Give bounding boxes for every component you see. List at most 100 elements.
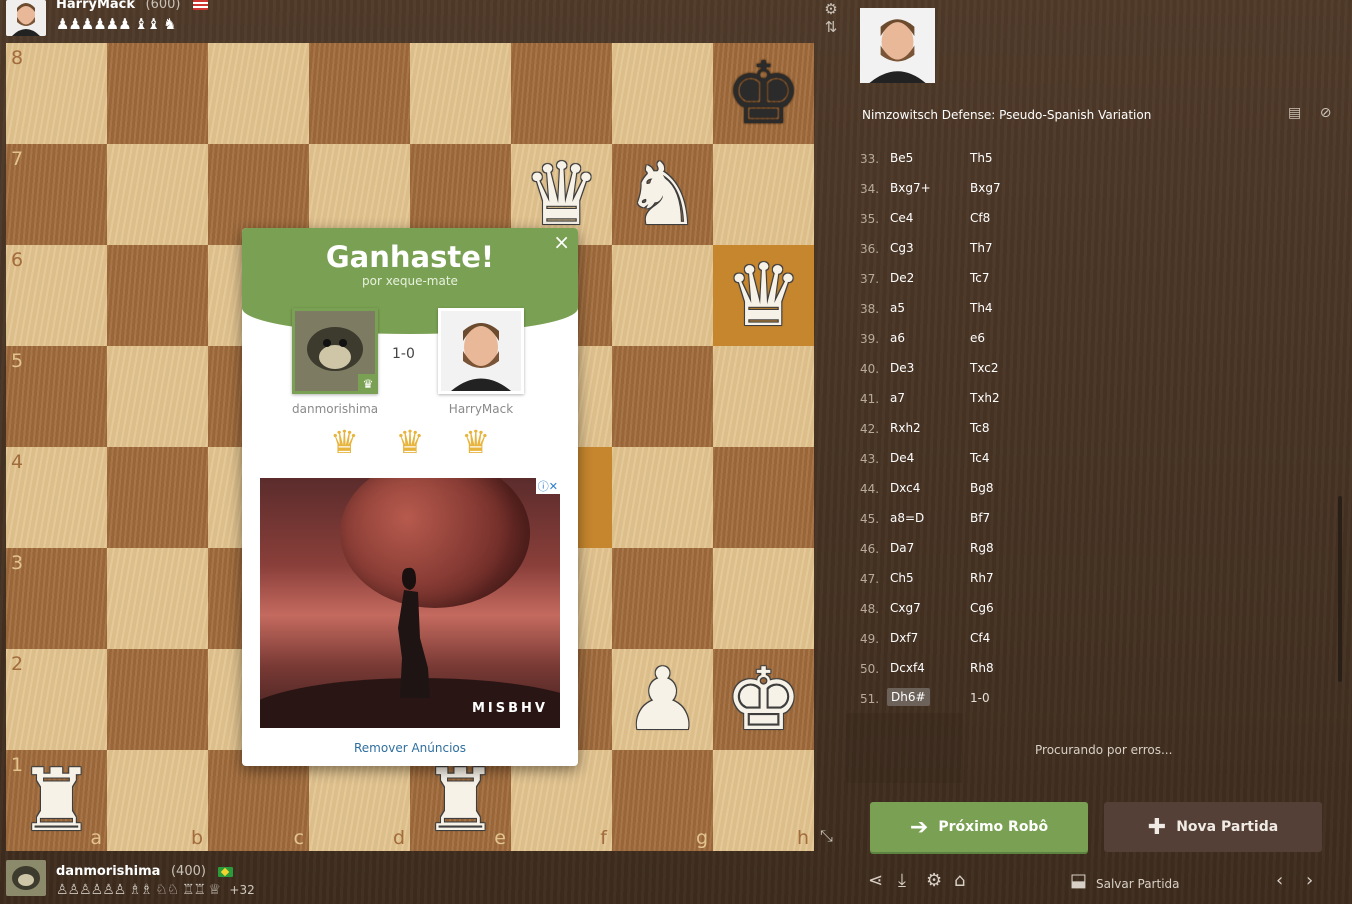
black-move[interactable]: Rh7 [970,571,994,585]
white-move[interactable]: De2 [890,271,914,285]
save-game-icon[interactable]: ⬓ [1070,870,1087,891]
save-game-label[interactable]: Salvar Partida [1096,877,1180,891]
explorer-icon[interactable]: ⊘ [1320,105,1332,121]
square-h8[interactable]: ♚ [713,43,814,144]
opponent-avatar[interactable] [860,8,935,83]
share-icon[interactable]: ⋖ [868,870,883,891]
square-g4[interactable] [612,447,713,548]
new-game-button[interactable]: ✚ Nova Partida [1104,802,1322,852]
top-player-name-text[interactable]: HarryMack [56,0,135,12]
white-move[interactable]: Cxg7 [890,601,921,615]
white-knight-icon[interactable]: ♞ [612,144,713,245]
white-move[interactable]: De4 [890,451,914,465]
black-move[interactable]: Rh8 [970,661,994,675]
square-f8[interactable] [511,43,612,144]
square-g5[interactable] [612,346,713,447]
black-move[interactable]: Tc7 [970,271,990,285]
square-c8[interactable] [208,43,309,144]
black-move[interactable]: Txh2 [970,391,1000,405]
white-move[interactable]: Be5 [890,151,913,165]
square-g8[interactable] [612,43,713,144]
square-g7[interactable]: ♞ [612,144,713,245]
white-move[interactable]: Cg3 [890,241,914,255]
winner-avatar[interactable]: ♛ [292,308,378,394]
square-h6[interactable]: ♛ [713,245,814,346]
book-icon[interactable]: ▤ [1288,105,1301,121]
black-move[interactable]: Rg8 [970,541,994,555]
square-g3[interactable] [612,548,713,649]
black-move[interactable]: Bxg7 [970,181,1001,195]
square-a2[interactable]: 2 [6,649,107,750]
flip-board-icon[interactable]: ⇅ [820,18,842,36]
square-a3[interactable]: 3 [6,548,107,649]
black-move[interactable]: Cf4 [970,631,990,645]
white-move[interactable]: Dh6# [887,688,930,706]
analysis-icon[interactable]: ⌂ [954,870,965,891]
advertisement[interactable]: MISBHV ⓘ✕ [260,478,560,728]
black-move[interactable]: Cg6 [970,601,994,615]
square-h3[interactable] [713,548,814,649]
square-b7[interactable] [107,144,208,245]
square-h2[interactable]: ♚ [713,649,814,750]
loser-avatar[interactable] [438,308,524,394]
black-move[interactable]: Th7 [970,241,993,255]
square-a1[interactable]: 1 a ♜ [6,750,107,851]
expand-board-icon[interactable]: ⤡ [820,826,833,846]
square-b4[interactable] [107,447,208,548]
bottom-player-avatar[interactable] [6,860,46,896]
remove-ads-link[interactable]: Remover Anúncios [242,741,578,755]
black-move[interactable]: Cf8 [970,211,990,225]
square-d8[interactable] [309,43,410,144]
white-move[interactable]: Ce4 [890,211,913,225]
square-a7[interactable]: 7 [6,144,107,245]
white-move[interactable]: Dxf7 [890,631,918,645]
square-h7[interactable] [713,144,814,245]
square-g2[interactable]: ♟ [612,649,713,750]
white-move[interactable]: a5 [890,301,905,315]
black-move[interactable]: Th4 [970,301,993,315]
white-rook-icon[interactable]: ♜ [6,750,107,851]
black-move[interactable]: Tc4 [970,451,990,465]
square-b6[interactable] [107,245,208,346]
black-move[interactable]: Tc8 [970,421,990,435]
white-move[interactable]: a7 [890,391,905,405]
next-bot-button[interactable]: ➔ Próximo Robô [870,802,1088,852]
square-e8[interactable] [410,43,511,144]
black-king-icon[interactable]: ♚ [713,43,814,144]
top-player-name[interactable]: HarryMack (600) [56,0,209,12]
square-h4[interactable] [713,447,814,548]
gear-icon[interactable]: ⚙ [820,0,842,18]
close-icon[interactable]: × [553,230,570,254]
white-move[interactable]: a8=D [890,511,924,525]
white-king-icon[interactable]: ♚ [713,649,814,750]
chevron-right-icon[interactable]: › [1306,870,1313,891]
square-g1[interactable]: g [612,750,713,851]
top-player-avatar[interactable] [6,0,46,36]
bottom-player-name-text[interactable]: danmorishima [56,864,160,879]
square-a4[interactable]: 4 [6,447,107,548]
bottom-player-name[interactable]: danmorishima (400) [56,864,234,879]
square-b2[interactable] [107,649,208,750]
square-a5[interactable]: 5 [6,346,107,447]
move-list-scrollbar[interactable] [1338,496,1342,682]
square-a6[interactable]: 6 [6,245,107,346]
white-move[interactable]: Da7 [890,541,914,555]
black-move[interactable]: Txc2 [970,361,998,375]
white-move[interactable]: a6 [890,331,905,345]
black-move[interactable]: Bf7 [970,511,990,525]
black-move[interactable]: Bg8 [970,481,993,495]
white-pawn-icon[interactable]: ♟ [612,649,713,750]
square-h5[interactable] [713,346,814,447]
white-move[interactable]: Bxg7+ [890,181,931,195]
square-b3[interactable] [107,548,208,649]
ad-choices-icon[interactable]: ⓘ✕ [535,478,560,494]
white-move[interactable]: Ch5 [890,571,914,585]
white-move[interactable]: Rxh2 [890,421,921,435]
square-b8[interactable] [107,43,208,144]
square-b1[interactable]: b [107,750,208,851]
white-move[interactable]: Dxc4 [890,481,920,495]
chevron-left-icon[interactable]: ‹ [1276,870,1283,891]
white-move[interactable]: De3 [890,361,914,375]
black-move[interactable]: e6 [970,331,985,345]
settings-icon[interactable]: ⚙ [926,870,942,891]
